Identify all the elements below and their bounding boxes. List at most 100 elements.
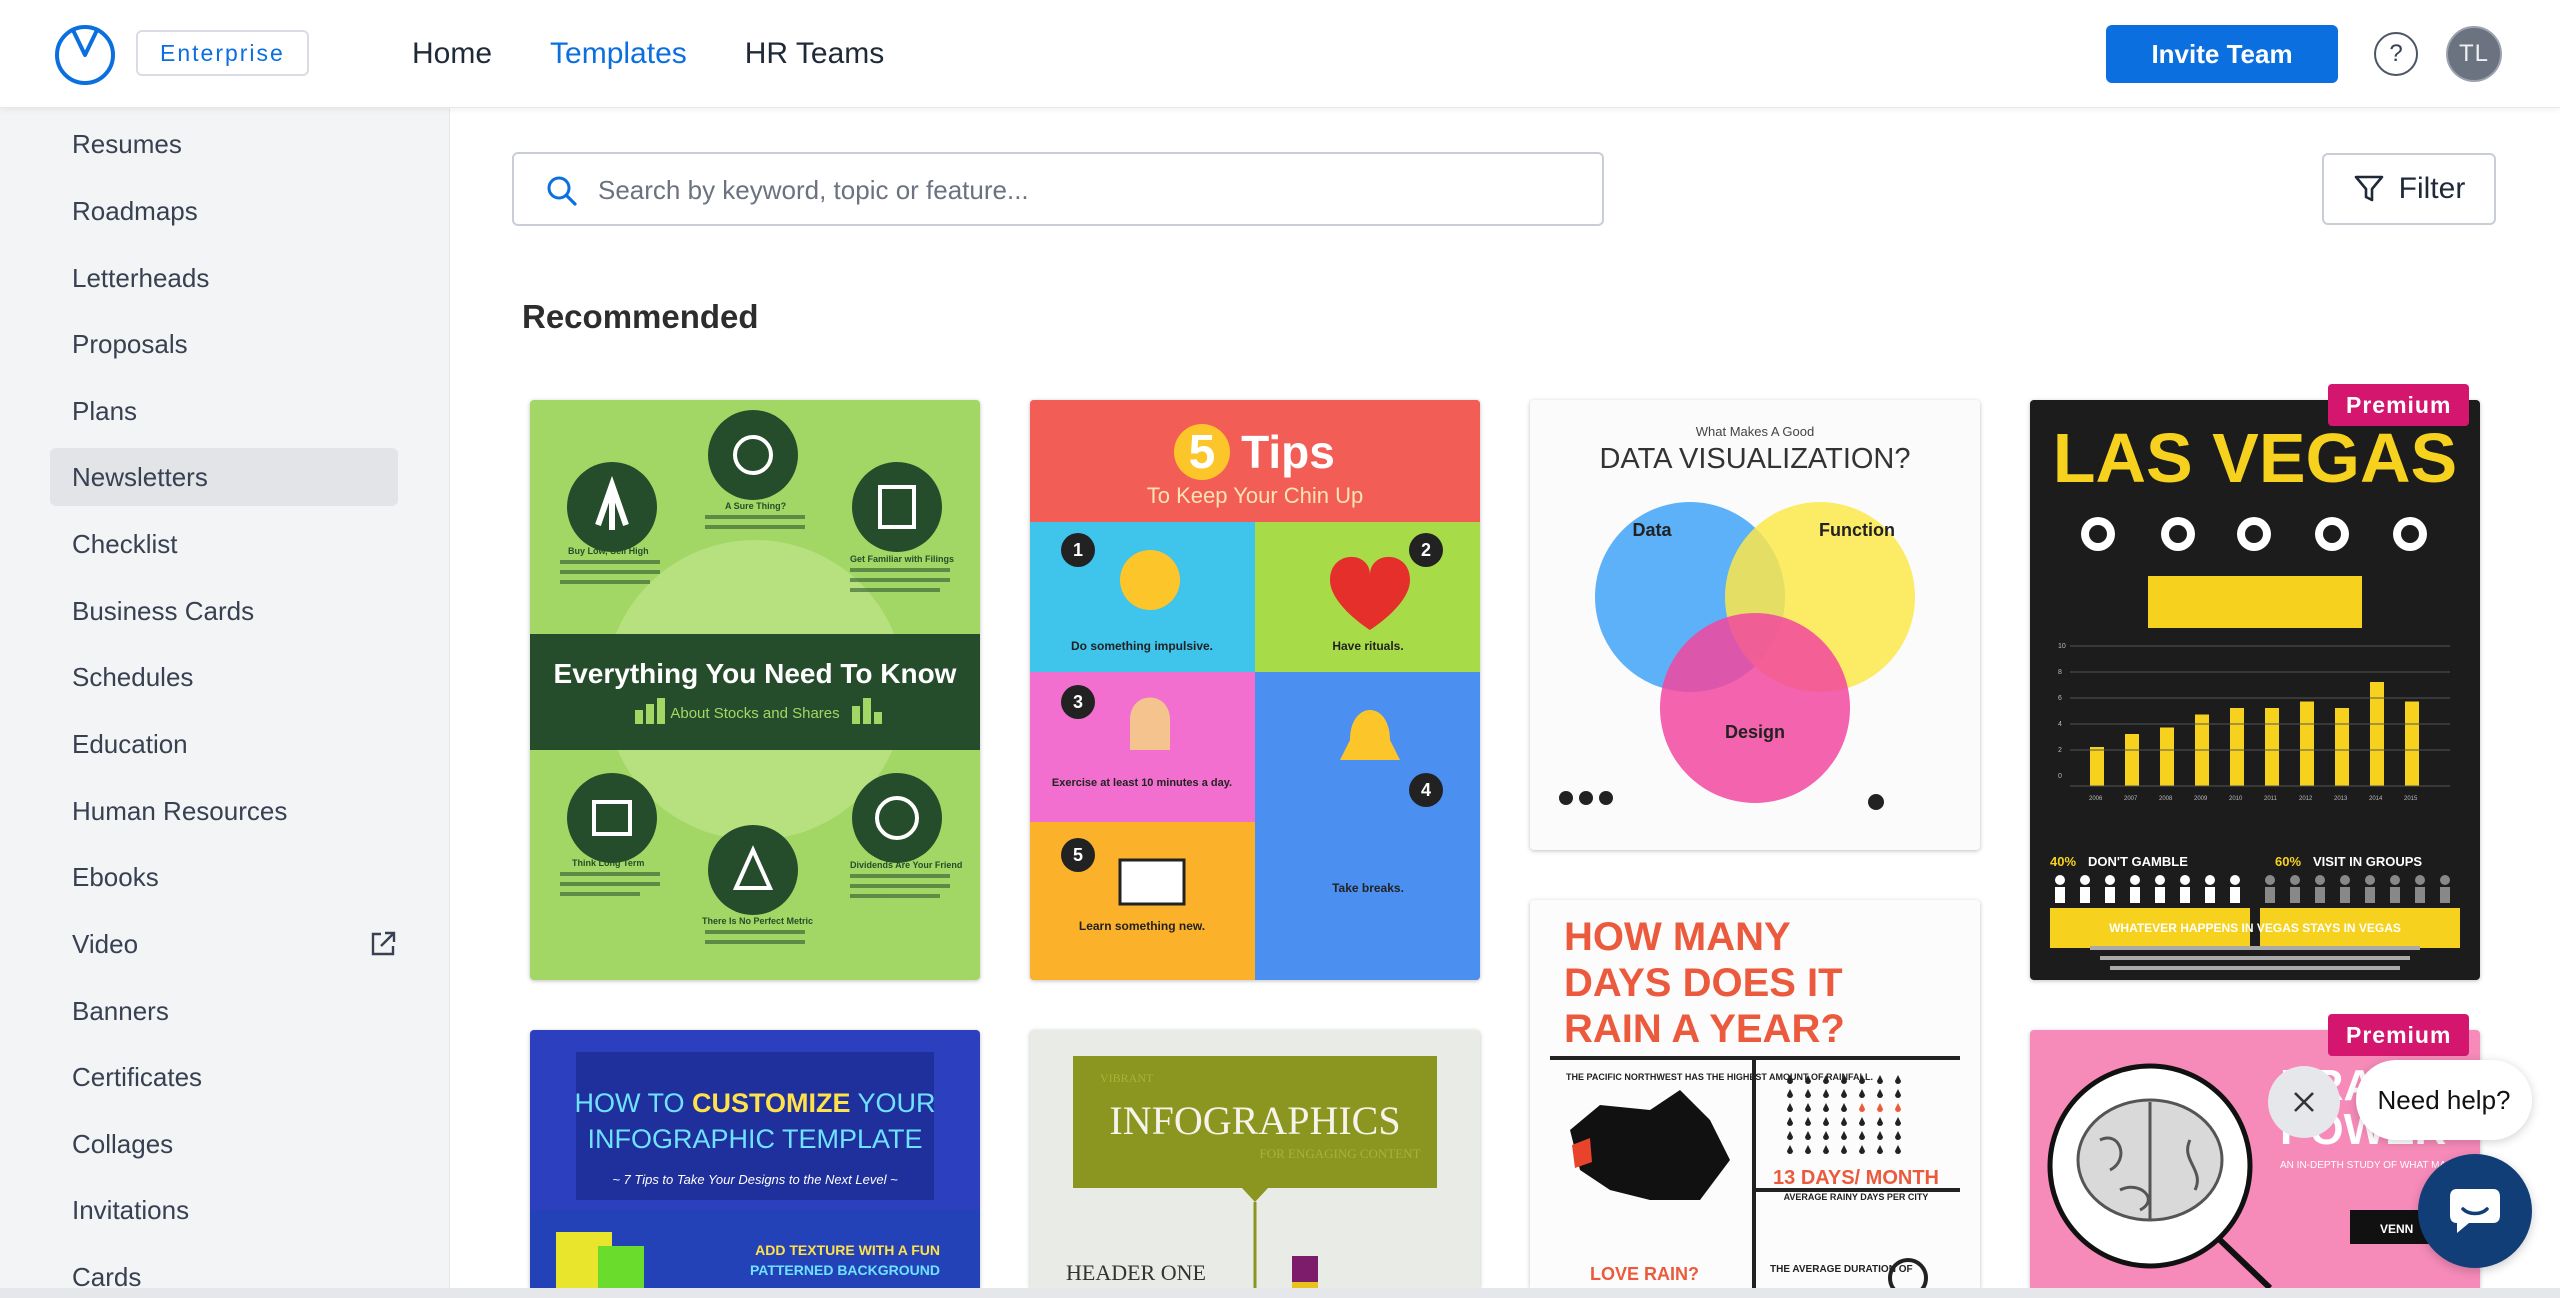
customize-tagline: ~ 7 Tips to Take Your Designs to the Nex… xyxy=(612,1172,898,1187)
dataviz-circle-function: Function xyxy=(1819,520,1895,540)
vegas-bar xyxy=(2300,701,2314,786)
template-card-stocks[interactable]: Buy Low, Sell High A Sure Thing? Get Fam… xyxy=(530,400,980,980)
rain-stat-sub: AVERAGE RAINY DAYS PER CITY xyxy=(1784,1192,1929,1202)
help-icon[interactable]: ? xyxy=(2374,32,2418,76)
tips-title: Tips xyxy=(1241,426,1335,478)
sidebar-item-checklist[interactable]: Checklist xyxy=(50,515,398,573)
vibrant-subtitle: FOR ENGAGING CONTENT xyxy=(1259,1146,1420,1161)
vibrant-kicker: VIBRANT xyxy=(1100,1071,1154,1085)
page-bottom-edge xyxy=(0,1288,2560,1298)
sidebar-item-letterheads[interactable]: Letterheads xyxy=(50,249,398,307)
close-icon xyxy=(2294,1092,2314,1112)
stocks-item-5: There Is No Perfect Metric xyxy=(702,916,813,926)
template-card-5-tips[interactable]: 5 Tips To Keep Your Chin Up 1 2 3 4 5 Do som… xyxy=(1030,400,1480,980)
sidebar-item-label: Proposals xyxy=(72,328,188,359)
search-input[interactable] xyxy=(598,166,1578,214)
nav-hr-teams[interactable]: HR Teams xyxy=(745,37,884,71)
rain-love: LOVE RAIN? xyxy=(1590,1264,1699,1284)
sidebar-item-resumes[interactable]: Resumes xyxy=(50,115,398,173)
svg-text:3: 3 xyxy=(1073,692,1083,712)
sidebar-item-cards[interactable]: Cards xyxy=(50,1248,398,1289)
vegas-y-tick: 8 xyxy=(2058,669,2062,676)
template-search-box[interactable] xyxy=(512,152,1604,226)
user-avatar[interactable]: TL xyxy=(2446,26,2502,82)
template-thumbnail-tips: 5 Tips To Keep Your Chin Up 1 2 3 4 5 Do som… xyxy=(1030,400,1480,980)
template-thumbnail-vibrant: VIBRANT INFOGRAPHICS FOR ENGAGING CONTEN… xyxy=(1066,1056,1437,1288)
customize-title-part-a: HOW TO xyxy=(574,1088,692,1118)
sidebar-item-video[interactable]: Video xyxy=(50,915,398,973)
vegas-title: LAS VEGAS xyxy=(2053,419,2458,497)
template-card-data-visualization[interactable]: What Makes A Good DATA VISUALIZATION? Da… xyxy=(1530,400,1980,850)
chat-bubble-icon xyxy=(2450,1189,2500,1233)
rain-title-line-1: HOW MANY xyxy=(1564,915,1791,959)
sidebar-item-label: Invitations xyxy=(72,1194,190,1225)
sidebar-item-business-cards[interactable]: Business Cards xyxy=(50,582,398,640)
template-card-customize[interactable]: HOW TO CUSTOMIZE YOUR INFOGRAPHIC TEMPLA… xyxy=(530,1030,980,1288)
tips-item-4: Learn something new. xyxy=(1079,919,1205,933)
sidebar-item-banners[interactable]: Banners xyxy=(50,982,398,1040)
vegas-right-stat: 60% xyxy=(2275,854,2301,869)
vegas-left-label: DON'T GAMBLE xyxy=(2088,854,2188,869)
template-card-vibrant-infographics[interactable]: VIBRANT INFOGRAPHICS FOR ENGAGING CONTEN… xyxy=(1030,1030,1480,1288)
external-link-icon xyxy=(371,931,396,956)
sidebar-item-schedules[interactable]: Schedules xyxy=(50,648,398,706)
svg-text:1: 1 xyxy=(1073,540,1083,560)
stocks-subtitle: About Stocks and Shares xyxy=(670,705,839,722)
sidebar-item-label: Education xyxy=(72,728,188,759)
top-navigation-bar: Enterprise Home Templates HR Teams Invit… xyxy=(0,0,2560,108)
sidebar-item-label: Plans xyxy=(72,395,138,426)
vegas-y-tick: 0 xyxy=(2058,773,2062,780)
sidebar-item-label: Business Cards xyxy=(72,595,255,626)
nav-home[interactable]: Home xyxy=(412,37,492,71)
vegas-year-label: 2015 xyxy=(2404,796,2418,802)
customize-bottom-text: ADD TEXTURE WITH A FUN xyxy=(755,1242,940,1258)
sidebar-item-education[interactable]: Education xyxy=(50,715,398,773)
template-card-las-vegas[interactable]: LAS VEGAS 10 8 6 4 2 0 2006 2007 2008 2009 2010 20… xyxy=(2030,400,2480,980)
filter-label: Filter xyxy=(2398,172,2466,205)
plan-badge: Enterprise xyxy=(136,30,309,76)
sidebar-item-plans[interactable]: Plans xyxy=(50,382,398,440)
category-sidebar: Resumes Roadmaps Letterheads Proposals P… xyxy=(0,108,450,1288)
vegas-y-tick: 10 xyxy=(2058,643,2066,650)
rain-stat: 13 DAYS/ MONTH xyxy=(1773,1167,1939,1189)
tips-number: 5 xyxy=(1189,426,1216,479)
sidebar-item-human-resources[interactable]: Human Resources xyxy=(50,782,398,840)
tips-item-2: Have rituals. xyxy=(1332,639,1403,653)
vegas-bar xyxy=(2405,701,2419,786)
sidebar-item-invitations[interactable]: Invitations xyxy=(50,1181,398,1239)
venngage-logo-icon[interactable] xyxy=(52,20,118,86)
sidebar-item-roadmaps[interactable]: Roadmaps xyxy=(50,182,398,240)
sidebar-item-newsletters[interactable]: Newsletters xyxy=(50,448,398,506)
vegas-bar xyxy=(2335,708,2349,786)
sidebar-item-certificates[interactable]: Certificates xyxy=(50,1048,398,1106)
sidebar-item-collages[interactable]: Collages xyxy=(50,1115,398,1173)
tips-item-5: Take breaks. xyxy=(1332,881,1404,895)
vegas-bar xyxy=(2090,747,2104,786)
vegas-bar xyxy=(2265,708,2279,786)
invite-team-button[interactable]: Invite Team xyxy=(2106,25,2338,83)
need-help-bubble[interactable]: Need help? xyxy=(2356,1060,2532,1140)
filter-button[interactable]: Filter xyxy=(2322,153,2496,225)
stocks-item-3: Get Familiar with Filings xyxy=(850,554,954,564)
stocks-item-1: Buy Low, Sell High xyxy=(568,546,649,556)
svg-text:5: 5 xyxy=(1073,845,1083,865)
stocks-item-4: Think Long Term xyxy=(572,858,644,868)
chat-launcher-button[interactable] xyxy=(2418,1154,2532,1268)
vegas-bar xyxy=(2125,734,2139,786)
dataviz-circle-design: Design xyxy=(1725,722,1785,742)
sidebar-item-ebooks[interactable]: Ebooks xyxy=(50,848,398,906)
vegas-year-label: 2011 xyxy=(2264,796,2278,802)
template-card-rain[interactable]: HOW MANY DAYS DOES IT RAIN A YEAR? THE P… xyxy=(1530,900,1980,1288)
sidebar-item-proposals[interactable]: Proposals xyxy=(50,315,398,373)
tips-item-3: Exercise at least 10 minutes a day. xyxy=(1052,777,1232,789)
search-icon xyxy=(547,176,577,206)
chat-dismiss-button[interactable] xyxy=(2268,1066,2340,1138)
rain-title-line-2: DAYS DOES IT xyxy=(1564,961,1843,1005)
sidebar-item-label: Roadmaps xyxy=(72,195,198,226)
vegas-footer: WHATEVER HAPPENS IN VEGAS STAYS IN VEGAS xyxy=(2109,921,2401,935)
vegas-bar xyxy=(2230,708,2244,786)
vegas-year-label: 2013 xyxy=(2334,796,2348,802)
vegas-bar xyxy=(2160,727,2174,786)
nav-templates[interactable]: Templates xyxy=(550,37,687,71)
svg-text:2: 2 xyxy=(1421,540,1431,560)
